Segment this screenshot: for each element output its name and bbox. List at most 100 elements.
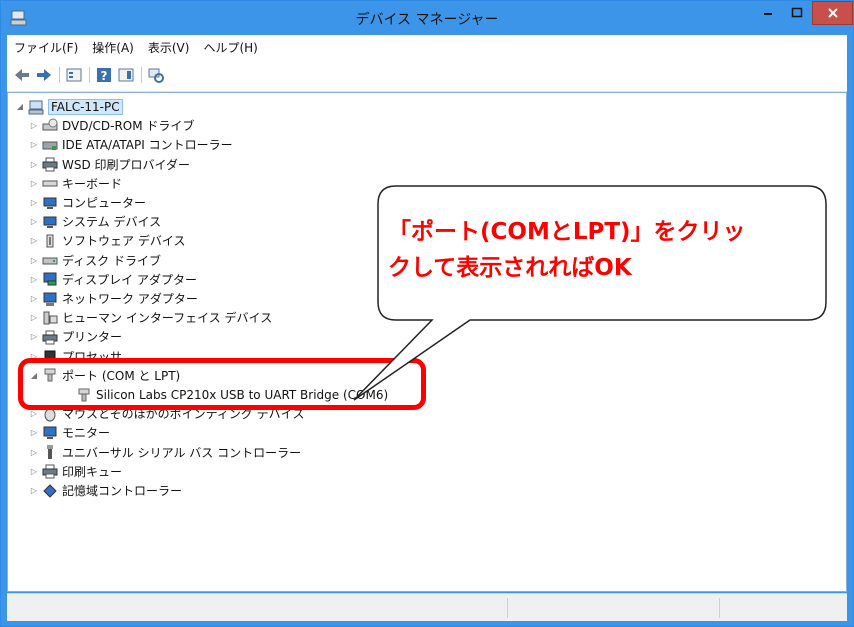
device-tree-panel: ◢ FALC-11-PC ▷ DVD/CD-ROM ドライブ ▷ IDE ATA/ATAP… bbox=[7, 92, 847, 592]
help-icon[interactable]: ? bbox=[95, 66, 113, 84]
status-divider bbox=[507, 598, 508, 618]
tree-item[interactable]: ▷ 印刷キュー bbox=[28, 462, 122, 481]
expand-arrow-icon[interactable]: ▷ bbox=[28, 236, 40, 245]
collapse-arrow-icon[interactable]: ◢ bbox=[28, 371, 40, 380]
tree-item[interactable]: ▷ ディスプレイ アダプター bbox=[28, 270, 197, 289]
expand-arrow-icon[interactable]: ▷ bbox=[28, 448, 40, 457]
tree-item-label: WSD 印刷プロバイダー bbox=[62, 157, 191, 172]
status-divider bbox=[719, 598, 720, 618]
toolbar-separator bbox=[141, 67, 142, 83]
tree-item[interactable]: ▷ 記憶域コントローラー bbox=[28, 481, 182, 500]
view-icon[interactable] bbox=[117, 66, 135, 84]
toolbar-separator bbox=[59, 67, 60, 83]
expand-arrow-icon[interactable]: ▷ bbox=[28, 140, 40, 149]
expand-arrow-icon[interactable]: ▷ bbox=[28, 179, 40, 188]
scan-hardware-icon[interactable] bbox=[147, 66, 165, 84]
menu-view[interactable]: 表示(V) bbox=[141, 39, 197, 56]
menu-bar: ファイル(F) 操作(A) 表示(V) ヘルプ(H) bbox=[7, 35, 847, 59]
tree-item-label: システム デバイス bbox=[62, 215, 162, 230]
expand-arrow-icon[interactable]: ▷ bbox=[28, 121, 40, 130]
network-adapter-icon bbox=[43, 292, 57, 306]
port-icon bbox=[78, 388, 90, 401]
tree-item[interactable]: ▷ IDE ATA/ATAPI コントローラー bbox=[28, 135, 233, 154]
monitor-icon bbox=[43, 426, 57, 439]
disk-drive-icon bbox=[42, 257, 58, 265]
tree-item[interactable]: ▷ プロセッサ bbox=[28, 347, 122, 366]
tree-item[interactable]: ▷ プリンター bbox=[28, 327, 122, 346]
printer-icon bbox=[42, 157, 58, 172]
software-device-icon bbox=[46, 234, 54, 248]
tree-item-label: 記憶域コントローラー bbox=[62, 484, 183, 498]
close-button[interactable] bbox=[812, 1, 853, 25]
svg-text:?: ? bbox=[101, 69, 108, 83]
tree-item[interactable]: ◢ ポート (COM と LPT) bbox=[28, 366, 180, 385]
properties-icon[interactable] bbox=[65, 66, 83, 84]
port-icon bbox=[44, 368, 56, 382]
title-bar[interactable]: デバイス マネージャー bbox=[1, 1, 853, 35]
tree-item[interactable]: Silicon Labs CP210x USB to UART Bridge (… bbox=[62, 385, 388, 404]
maximize-icon bbox=[791, 7, 803, 18]
window-title: デバイス マネージャー bbox=[355, 12, 499, 28]
expand-arrow-icon[interactable]: ▷ bbox=[28, 294, 40, 303]
keyboard-icon bbox=[42, 180, 58, 187]
close-icon bbox=[827, 8, 838, 18]
system-device-icon bbox=[43, 216, 57, 228]
expand-arrow-icon[interactable]: ▷ bbox=[28, 352, 40, 361]
tree-item[interactable]: ▷ ディスク ドライブ bbox=[28, 251, 161, 270]
menu-help[interactable]: ヘルプ(H) bbox=[196, 39, 264, 56]
expand-arrow-icon[interactable]: ▷ bbox=[28, 160, 40, 169]
menu-action[interactable]: 操作(A) bbox=[85, 39, 141, 56]
tree-item-label: IDE ATA/ATAPI コントローラー bbox=[62, 138, 233, 153]
expand-arrow-icon[interactable]: ▷ bbox=[28, 217, 40, 226]
expand-arrow-icon[interactable]: ▷ bbox=[28, 275, 40, 284]
tree-item-label: プリンター bbox=[62, 330, 123, 345]
tree-item[interactable]: ▷ ヒューマン インターフェイス デバイス bbox=[28, 308, 272, 327]
device-tree: ◢ FALC-11-PC ▷ DVD/CD-ROM ドライブ ▷ IDE ATA/ATAP… bbox=[8, 93, 846, 591]
tree-item-label: モニター bbox=[62, 426, 111, 441]
tree-item[interactable]: ▷ ネットワーク アダプター bbox=[28, 289, 198, 308]
tree-item-label: ポート (COM と LPT) bbox=[62, 368, 181, 383]
tree-item-label: コンピューター bbox=[62, 196, 147, 210]
tree-item-label: 印刷キュー bbox=[62, 464, 123, 479]
tree-root[interactable]: ◢ FALC-11-PC bbox=[14, 97, 123, 116]
status-bar bbox=[7, 593, 847, 621]
tree-item[interactable]: ▷ マウスとそのほかのポインティング デバイス bbox=[28, 404, 304, 423]
minimize-icon bbox=[764, 13, 772, 15]
forward-icon[interactable] bbox=[35, 66, 53, 84]
storage-controller-icon bbox=[43, 483, 57, 498]
tree-item[interactable]: ▷ キーボード bbox=[28, 174, 122, 193]
expand-arrow-icon[interactable]: ▷ bbox=[28, 256, 40, 265]
tree-item[interactable]: ▷ モニター bbox=[28, 423, 110, 442]
callout-line-1: 「ポート(COMとLPT)」をクリッ bbox=[388, 219, 746, 245]
expand-arrow-icon[interactable]: ▷ bbox=[28, 428, 40, 437]
tree-item[interactable]: ▷ ユニバーサル シリアル バス コントローラー bbox=[28, 443, 301, 462]
callout-line-2: クして表示されればOK bbox=[388, 255, 632, 281]
tree-item-label: ネットワーク アダプター bbox=[62, 292, 198, 306]
collapse-arrow-icon[interactable]: ◢ bbox=[14, 102, 26, 111]
tree-item[interactable]: ▷ DVD/CD-ROM ドライブ bbox=[28, 116, 194, 135]
expand-arrow-icon[interactable]: ▷ bbox=[28, 332, 40, 341]
tree-item-label: キーボード bbox=[62, 176, 123, 191]
usb-icon bbox=[47, 445, 53, 460]
tree-item[interactable]: ▷ システム デバイス bbox=[28, 212, 161, 231]
computer-root-icon bbox=[28, 100, 44, 114]
tree-item[interactable]: ▷ WSD 印刷プロバイダー bbox=[28, 155, 190, 174]
tree-item-label: FALC-11-PC bbox=[48, 98, 123, 115]
expand-arrow-icon[interactable]: ▷ bbox=[28, 409, 40, 418]
callout-text: 「ポート(COMとLPT)」をクリッ クして表示されればOK bbox=[388, 214, 818, 286]
ide-controller-icon bbox=[42, 141, 58, 150]
maximize-button[interactable] bbox=[782, 1, 812, 25]
expand-arrow-icon[interactable]: ▷ bbox=[28, 467, 40, 476]
tree-item-label: ソフトウェア デバイス bbox=[62, 234, 186, 249]
tree-item-label: マウスとそのほかのポインティング デバイス bbox=[62, 407, 305, 422]
expand-arrow-icon[interactable]: ▷ bbox=[28, 198, 40, 207]
minimize-button[interactable] bbox=[753, 1, 783, 25]
print-queue-icon bbox=[42, 464, 58, 479]
tree-item-label: ディスプレイ アダプター bbox=[62, 272, 197, 287]
expand-arrow-icon[interactable]: ▷ bbox=[28, 313, 40, 322]
expand-arrow-icon[interactable]: ▷ bbox=[28, 486, 40, 495]
tree-item[interactable]: ▷ ソフトウェア デバイス bbox=[28, 231, 185, 250]
back-icon[interactable] bbox=[13, 66, 31, 84]
tree-item[interactable]: ▷ コンピューター bbox=[28, 193, 146, 212]
menu-file[interactable]: ファイル(F) bbox=[7, 39, 85, 56]
